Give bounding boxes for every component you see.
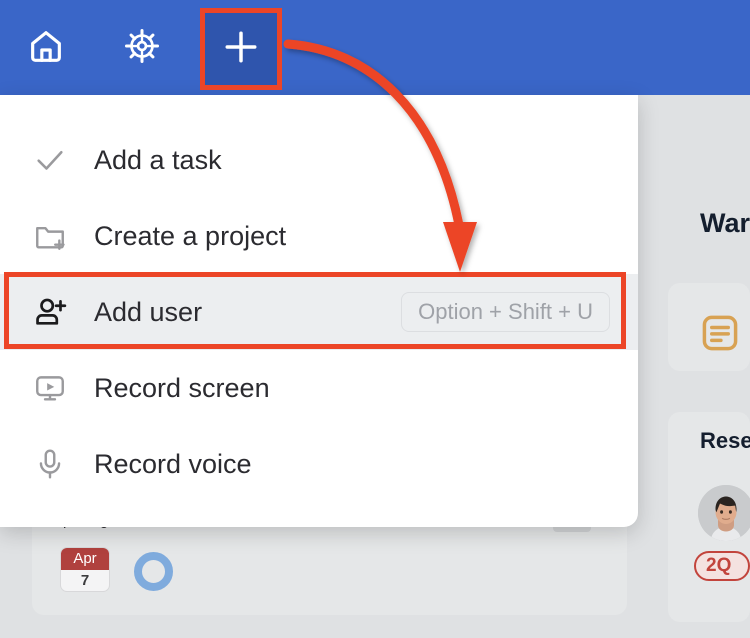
add-button[interactable] xyxy=(200,8,282,90)
menu-item-add-a-task[interactable]: Add a task xyxy=(0,122,638,198)
settings-button[interactable] xyxy=(116,22,168,74)
date-badge[interactable]: Apr 7 xyxy=(61,548,109,591)
menu-item-label: Record voice xyxy=(94,448,252,479)
top-bar xyxy=(0,0,750,95)
menu-item-record-screen[interactable]: Record screen xyxy=(0,350,638,426)
folder-plus-icon xyxy=(28,214,72,258)
status-badge[interactable]: 2Q xyxy=(694,551,750,581)
document-icon xyxy=(698,311,742,355)
avatar xyxy=(698,485,750,541)
check-icon xyxy=(28,138,72,182)
menu-item-shortcut: Option + Shift + U xyxy=(401,292,610,332)
progress-ring-icon xyxy=(134,552,173,591)
date-badge-day: 7 xyxy=(80,572,90,589)
plus-icon xyxy=(219,25,263,74)
menu-item-add-user[interactable]: Add user Option + Shift + U xyxy=(0,274,638,350)
add-menu-dropdown: Add a task Create a project Add user Opt… xyxy=(0,95,638,527)
menu-item-create-a-project[interactable]: Create a project xyxy=(0,198,638,274)
gear-icon xyxy=(123,27,161,70)
right-panel-title: Warr xyxy=(700,208,750,238)
menu-item-label: Add user xyxy=(94,296,203,327)
menu-item-record-voice[interactable]: Record voice xyxy=(0,426,638,502)
home-icon xyxy=(26,26,66,71)
user-plus-icon xyxy=(28,290,72,334)
home-button[interactable] xyxy=(20,22,72,74)
microphone-icon xyxy=(28,442,72,486)
date-badge-month: Apr xyxy=(61,548,109,570)
right-panel-card-b-title: Rese xyxy=(700,428,750,453)
menu-item-label: Create a project xyxy=(94,220,287,251)
menu-item-label: Add a task xyxy=(94,144,222,175)
app-root: p g Apr 7 Warr Rese 2Q xyxy=(0,0,750,638)
menu-item-label: Record screen xyxy=(94,372,270,403)
screen-record-icon xyxy=(28,366,72,410)
